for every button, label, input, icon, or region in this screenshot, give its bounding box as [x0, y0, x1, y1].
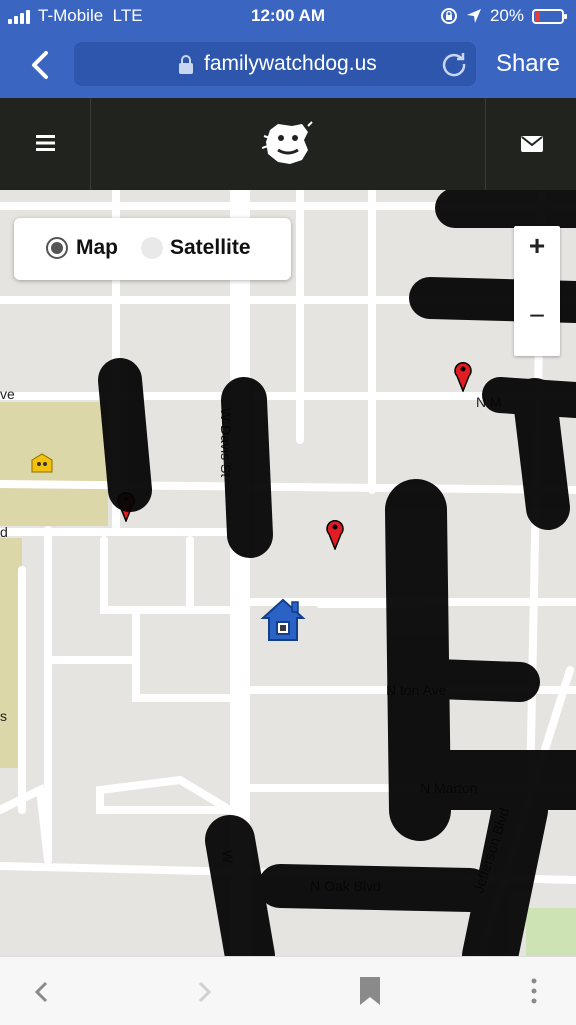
battery-percent: 20% [489, 6, 524, 25]
browser-toolbar [0, 956, 576, 1025]
chevron-left-icon [32, 51, 48, 79]
more-options-icon[interactable] [530, 977, 538, 1005]
url-text: familywatchdog.us [204, 52, 377, 75]
reload-icon[interactable] [440, 50, 468, 78]
rotation-lock-icon [440, 8, 457, 24]
map-radio[interactable] [46, 237, 68, 259]
map-type-toggle: Map Satellite [14, 218, 291, 280]
browser-url-bar: familywatchdog.us Share [0, 34, 576, 98]
envelope-icon [521, 136, 543, 152]
forward-arrow-icon[interactable] [198, 981, 212, 1003]
address-field[interactable]: familywatchdog.us [74, 42, 476, 86]
satellite-option-label[interactable]: Satellite [170, 236, 251, 260]
zoom-controls: + − [514, 226, 560, 356]
map-option-label[interactable]: Map [76, 236, 118, 260]
menu-button[interactable] [0, 98, 91, 190]
share-button[interactable]: Share [496, 50, 560, 78]
back-arrow-icon[interactable] [34, 981, 48, 1003]
zoom-out-button[interactable]: − [514, 296, 560, 336]
redaction-marks [98, 190, 576, 956]
zoom-in-button[interactable]: + [514, 226, 560, 266]
location-arrow-icon [466, 9, 481, 23]
bulldog-logo-icon [262, 121, 313, 164]
hamburger-icon [36, 135, 55, 151]
back-button[interactable] [28, 48, 56, 82]
battery-icon [532, 8, 567, 24]
contact-button[interactable] [485, 98, 576, 190]
lock-icon [179, 55, 193, 74]
satellite-radio[interactable] [141, 237, 163, 259]
status-bar: T-Mobile LTE 12:00 AM 20% [0, 0, 576, 34]
site-header [0, 98, 576, 190]
map-view[interactable]: ve N M d s N ton Ave N Marton N Oak Blvd… [0, 190, 576, 956]
bookmark-icon[interactable] [358, 975, 382, 1007]
